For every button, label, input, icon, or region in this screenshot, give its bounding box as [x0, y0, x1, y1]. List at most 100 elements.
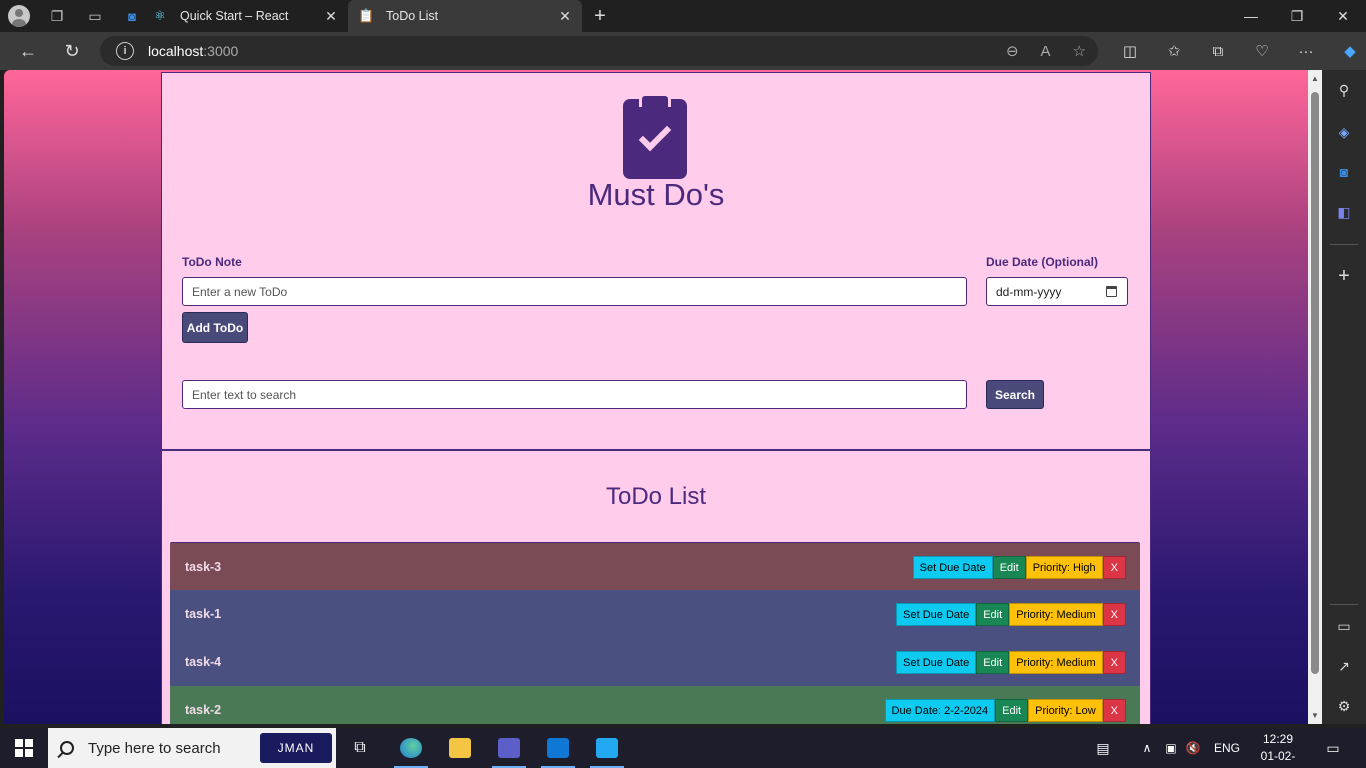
- sidebar-add-icon[interactable]: +: [1334, 265, 1354, 287]
- zoom-icon[interactable]: ⊖: [1006, 42, 1019, 60]
- system-tray: ▤ ∧ ▣ 🔇 ENG: [1090, 728, 1240, 768]
- due-date-button[interactable]: Due Date: 2-2-2024: [884, 699, 996, 722]
- outlook-app-icon[interactable]: [541, 728, 575, 768]
- delete-button[interactable]: X: [1102, 603, 1126, 626]
- close-window-icon[interactable]: ✕: [1320, 0, 1366, 32]
- tab-title: Quick Start – React: [180, 9, 289, 23]
- language-indicator[interactable]: ENG: [1214, 741, 1240, 755]
- edge-app-icon[interactable]: [394, 728, 428, 768]
- sidebar-panel-icon[interactable]: ▭: [1334, 616, 1354, 636]
- refresh-icon[interactable]: ↻: [50, 32, 94, 70]
- show-hidden-icons-icon[interactable]: ∧: [1134, 741, 1160, 755]
- network-icon[interactable]: ▣: [1160, 741, 1182, 755]
- volume-icon[interactable]: 🔇: [1182, 741, 1204, 755]
- favorite-star-icon[interactable]: ☆: [1073, 42, 1086, 60]
- close-tab-icon[interactable]: ✕: [324, 8, 338, 25]
- scrollbar-thumb[interactable]: [1311, 92, 1319, 674]
- close-tab-icon[interactable]: ✕: [558, 8, 572, 25]
- site-info-icon[interactable]: i: [116, 42, 134, 60]
- todo-item-name: task-3: [185, 559, 222, 574]
- search-input[interactable]: Enter text to search: [182, 380, 967, 409]
- priority-button[interactable]: Priority: Low: [1028, 699, 1103, 722]
- todo-list: task-3 Set Due Date Edit Priority: High …: [170, 542, 1140, 724]
- copilot-icon[interactable]: ◆: [1328, 42, 1366, 60]
- due-date-placeholder: dd-mm-yyyy: [996, 284, 1062, 299]
- clock-date: 01-02-2024: [1260, 749, 1296, 768]
- todo-item-name: task-4: [185, 655, 222, 669]
- page-scrollbar[interactable]: ▲ ▼: [1308, 70, 1322, 724]
- set-due-date-button[interactable]: Set Due Date: [912, 556, 993, 579]
- scroll-down-icon[interactable]: ▼: [1308, 711, 1322, 720]
- minimize-icon[interactable]: —: [1228, 0, 1274, 32]
- todo-note-input[interactable]: Enter a new ToDo: [182, 277, 967, 306]
- page-viewport: Must Do's ToDo Note Enter a new ToDo Due…: [4, 70, 1322, 724]
- edit-button[interactable]: Edit: [976, 651, 1010, 674]
- todo-note-label: ToDo Note: [182, 255, 242, 269]
- tab-actions-icon[interactable]: ▭: [76, 0, 114, 32]
- news-icon[interactable]: ▤: [1090, 740, 1116, 757]
- edit-button[interactable]: Edit: [995, 699, 1029, 722]
- back-icon[interactable]: ←: [6, 32, 50, 70]
- performance-icon[interactable]: ♡: [1240, 42, 1284, 60]
- more-options-icon[interactable]: ···: [1284, 43, 1328, 60]
- teams-app-icon[interactable]: [492, 728, 526, 768]
- todo-item: task-1 Set Due Date Edit Priority: Mediu…: [170, 590, 1140, 638]
- set-due-date-button[interactable]: Set Due Date: [896, 651, 977, 674]
- browser-nav-bar: ← ↻ i localhost:3000 ⊖ A ☆ ◫ ✩ ⧉ ♡ ··· ◆: [0, 32, 1366, 70]
- due-date-label: Due Date (Optional): [986, 255, 1099, 269]
- app-header: Must Do's ToDo Note Enter a new ToDo Due…: [162, 73, 1150, 451]
- sidebar-search-icon[interactable]: ⚲: [1334, 80, 1354, 100]
- sidebar-divider: [1330, 244, 1358, 245]
- delete-button[interactable]: X: [1102, 699, 1126, 722]
- tab-quick-start[interactable]: ◙ ⚛ Quick Start – React ✕: [114, 0, 348, 32]
- sidebar-outlook-icon[interactable]: ◙: [1334, 162, 1354, 182]
- read-aloud-icon[interactable]: A: [1041, 43, 1051, 60]
- split-screen-icon[interactable]: ◫: [1108, 42, 1152, 60]
- due-date-input[interactable]: dd-mm-yyyy: [986, 277, 1128, 306]
- set-due-date-button[interactable]: Set Due Date: [896, 603, 977, 626]
- edit-button[interactable]: Edit: [992, 556, 1026, 579]
- browser-tab-bar: ❐ ▭ ◙ ⚛ Quick Start – React ✕ 📋 ToDo Lis…: [0, 0, 1366, 32]
- delete-button[interactable]: X: [1102, 556, 1126, 579]
- sidebar-divider: [1330, 604, 1358, 605]
- sidebar-copilot-icon[interactable]: ◈: [1334, 122, 1354, 142]
- address-bar[interactable]: i localhost:3000 ⊖ A ☆: [100, 36, 1098, 66]
- taskbar-search-placeholder: Type here to search: [88, 739, 221, 757]
- favorites-icon[interactable]: ✩: [1152, 42, 1196, 60]
- priority-button[interactable]: Priority: Medium: [1009, 651, 1103, 674]
- notifications-icon[interactable]: ▭: [1322, 728, 1344, 768]
- address-actions: ⊖ A ☆: [1006, 36, 1086, 66]
- edit-button[interactable]: Edit: [976, 603, 1010, 626]
- sidebar-settings-icon[interactable]: ⚙: [1334, 696, 1354, 716]
- new-tab-button[interactable]: +: [582, 0, 618, 32]
- todo-actions: Set Due Date Edit Priority: Medium X: [896, 603, 1126, 626]
- taskbar-clock[interactable]: 12:29 01-02-2024: [1248, 731, 1308, 768]
- tab-todo-list[interactable]: 📋 ToDo List ✕: [348, 0, 582, 32]
- sidebar-teams-icon[interactable]: ◧: [1334, 202, 1354, 222]
- window-controls: — ❐ ✕: [1228, 0, 1366, 32]
- taskbar-search[interactable]: Type here to search JMAN: [48, 728, 336, 768]
- restore-icon[interactable]: ❐: [1274, 0, 1320, 32]
- windows-taskbar: Type here to search JMAN ⧉ ▤ ∧ ▣ 🔇 ENG 1…: [0, 728, 1366, 768]
- priority-button[interactable]: Priority: High: [1025, 556, 1103, 579]
- sidebar-external-icon[interactable]: ↗: [1334, 656, 1354, 676]
- workspaces-icon[interactable]: ❐: [38, 0, 76, 32]
- add-todo-button[interactable]: Add ToDo: [182, 312, 248, 343]
- edge-sidebar: ⚲ ◈ ◙ ◧ + ▭ ↗ ⚙: [1322, 70, 1366, 724]
- todo-app: Must Do's ToDo Note Enter a new ToDo Due…: [161, 72, 1151, 724]
- priority-button[interactable]: Priority: Medium: [1009, 603, 1103, 626]
- delete-button[interactable]: X: [1102, 651, 1126, 674]
- start-button[interactable]: [12, 728, 36, 768]
- calendar-icon[interactable]: [1106, 286, 1117, 297]
- search-icon: [60, 741, 74, 755]
- search-button[interactable]: Search: [986, 380, 1044, 409]
- scroll-up-icon[interactable]: ▲: [1308, 74, 1322, 83]
- collections-icon[interactable]: ⧉: [1196, 43, 1240, 60]
- page-title: Must Do's: [587, 177, 725, 212]
- vscode-app-icon[interactable]: [590, 728, 624, 768]
- task-view-icon[interactable]: ⧉: [348, 728, 372, 768]
- file-explorer-icon[interactable]: [443, 728, 477, 768]
- react-icon: ⚛: [154, 8, 166, 23]
- profile-avatar[interactable]: [8, 5, 30, 27]
- todo-item: task-3 Set Due Date Edit Priority: High …: [170, 542, 1140, 590]
